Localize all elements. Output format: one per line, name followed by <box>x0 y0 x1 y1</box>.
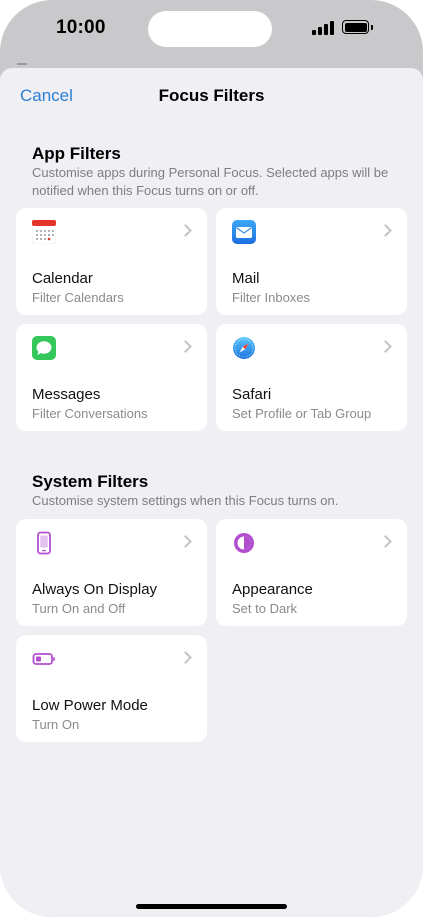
phone-icon <box>37 531 51 555</box>
card-title: Safari <box>232 386 272 403</box>
card-title: Mail <box>232 270 260 287</box>
chevron-right-icon <box>379 535 392 548</box>
safari-filter-card[interactable]: Safari Set Profile or Tab Group <box>216 324 407 431</box>
card-subtitle: Filter Conversations <box>32 406 148 421</box>
chevron-right-icon <box>379 340 392 353</box>
calendar-icon <box>32 220 56 244</box>
card-title: Messages <box>32 386 101 403</box>
battery-icon <box>342 20 373 34</box>
home-indicator[interactable] <box>136 904 287 909</box>
phone-frame: 10:00 Cancel Focus Filters App Filters C… <box>0 0 423 917</box>
card-subtitle: Turn On and Off <box>32 601 126 616</box>
focus-filters-sheet: Cancel Focus Filters App Filters Customi… <box>0 68 423 917</box>
app-filters-heading: App Filters <box>32 144 121 163</box>
mail-filter-card[interactable]: Mail Filter Inboxes <box>216 208 407 315</box>
chevron-right-icon <box>179 535 192 548</box>
chevron-right-icon <box>379 224 392 237</box>
low-power-mode-filter-card[interactable]: Low Power Mode Turn On <box>16 635 207 742</box>
always-on-display-filter-card[interactable]: Always On Display Turn On and Off <box>16 519 207 626</box>
chevron-right-icon <box>179 651 192 664</box>
dynamic-island <box>148 11 272 47</box>
app-filters-description: Customise apps during Personal Focus. Se… <box>32 165 389 198</box>
battery-low-icon <box>32 653 55 665</box>
messages-filter-card[interactable]: Messages Filter Conversations <box>16 324 207 431</box>
safari-icon <box>233 337 255 359</box>
messages-icon <box>32 336 56 360</box>
system-filters-description: Customise system settings when this Focu… <box>32 493 339 508</box>
status-bar: 10:00 <box>0 0 423 62</box>
mail-icon <box>232 220 256 244</box>
navigation-bar: Cancel Focus Filters <box>0 68 423 124</box>
card-title: Always On Display <box>32 581 158 598</box>
card-subtitle: Filter Inboxes <box>232 290 311 305</box>
card-title: Appearance <box>232 581 313 598</box>
card-subtitle: Set to Dark <box>232 601 298 616</box>
cellular-signal-icon <box>312 21 336 35</box>
card-subtitle: Turn On <box>32 717 80 732</box>
appearance-icon <box>234 533 254 553</box>
page-title: Focus Filters <box>158 86 265 105</box>
appearance-filter-card[interactable]: Appearance Set to Dark <box>216 519 407 626</box>
chevron-right-icon <box>179 340 192 353</box>
status-time: 10:00 <box>56 17 106 38</box>
calendar-filter-card[interactable]: Calendar Filter Calendars <box>16 208 207 315</box>
card-subtitle: Filter Calendars <box>32 290 124 305</box>
system-filters-heading: System Filters <box>32 472 149 491</box>
card-subtitle: Set Profile or Tab Group <box>232 406 372 421</box>
card-title: Low Power Mode <box>32 697 148 714</box>
chevron-right-icon <box>179 224 192 237</box>
card-title: Calendar <box>32 270 93 287</box>
